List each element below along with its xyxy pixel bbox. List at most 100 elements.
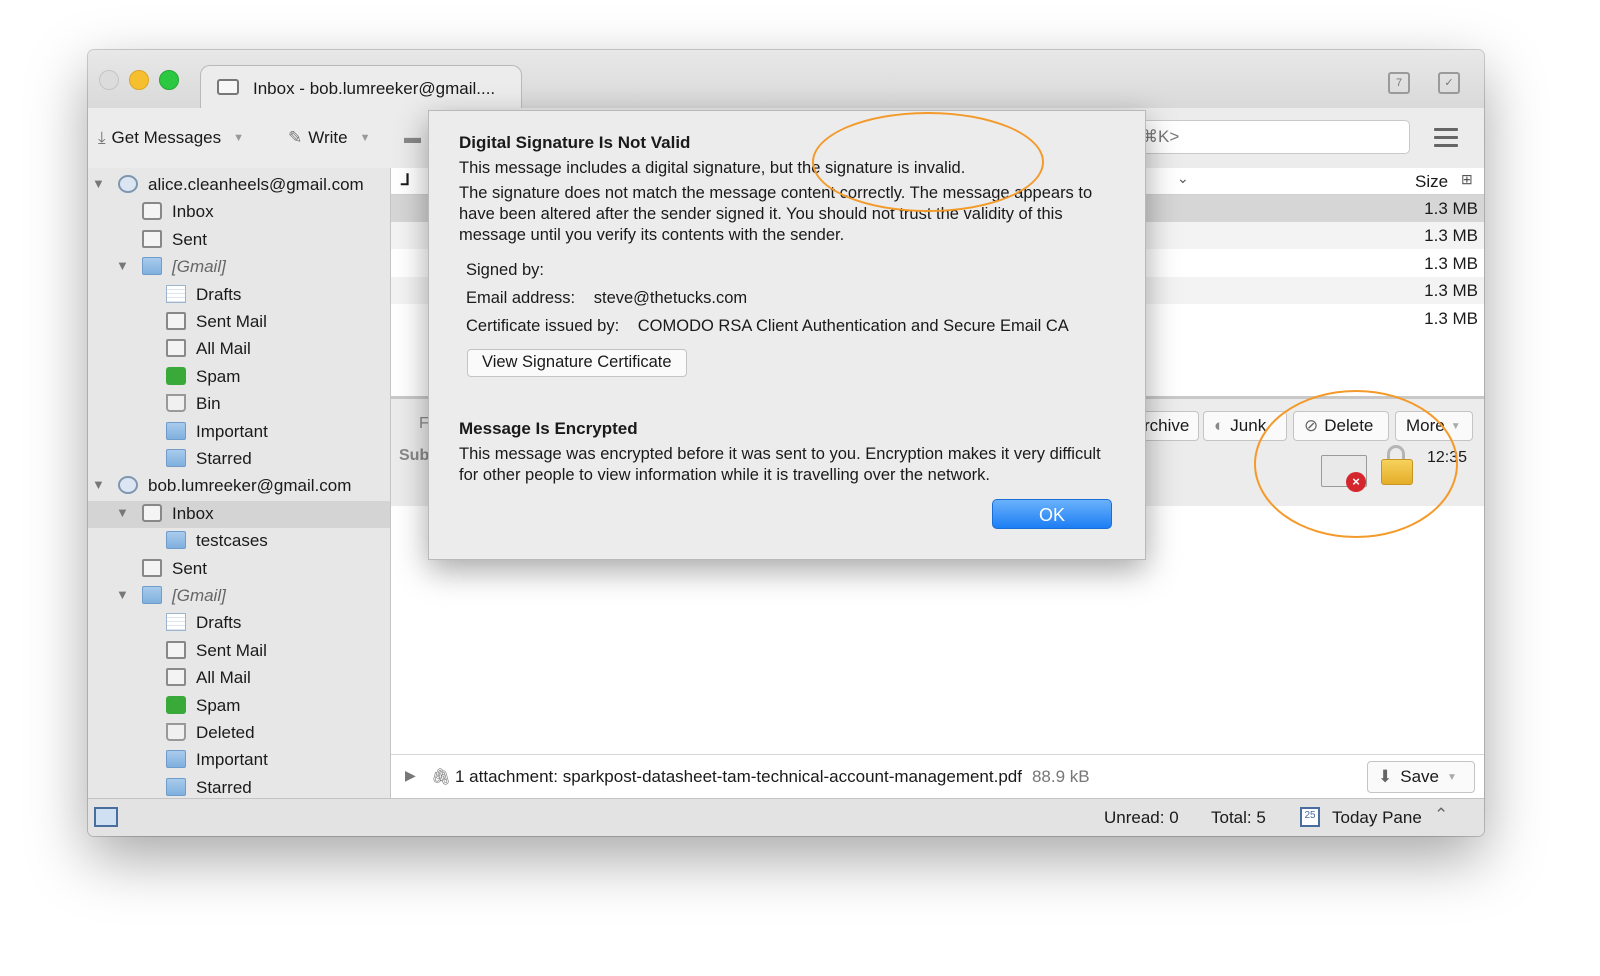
twisty-icon[interactable]: ▼ bbox=[116, 587, 129, 602]
size-column-header[interactable]: Size bbox=[1415, 172, 1448, 192]
tab-inbox[interactable]: Inbox - bob.lumreeker@gmail.... bbox=[200, 65, 522, 110]
folder-item[interactable]: Spam bbox=[88, 693, 390, 720]
folder-item[interactable]: ▼ alice.cleanheels@gmail.com bbox=[88, 172, 390, 199]
chevron-up-icon[interactable]: ⌃ bbox=[1434, 805, 1448, 825]
folder-item[interactable]: testcases bbox=[88, 528, 390, 555]
hamburger-menu-icon[interactable] bbox=[1434, 128, 1458, 147]
folder-item[interactable]: Sent bbox=[88, 227, 390, 254]
flame-icon: ◐ bbox=[1214, 416, 1225, 435]
folder-item[interactable]: Deleted bbox=[88, 720, 390, 747]
folder-item[interactable]: Sent bbox=[88, 556, 390, 583]
tasks-tab-icon[interactable]: ✓ bbox=[1438, 72, 1460, 94]
chevron-down-icon[interactable]: ▼ bbox=[233, 132, 244, 144]
folder-label: bob.lumreeker@gmail.com bbox=[148, 476, 352, 496]
network-status-icon[interactable] bbox=[94, 807, 118, 827]
encryption-explanation: This message was encrypted before it was… bbox=[459, 445, 1101, 484]
folder-label: Sent Mail bbox=[196, 312, 267, 331]
minimize-window-button[interactable] bbox=[129, 70, 149, 90]
inbox-icon bbox=[142, 202, 162, 221]
pencil-icon: ✎ bbox=[288, 128, 303, 147]
chevron-down-icon[interactable]: ▼ bbox=[360, 132, 371, 144]
drafts-icon bbox=[166, 613, 186, 632]
encrypted-lock-icon[interactable] bbox=[1381, 459, 1413, 485]
folder-item[interactable]: ▼ bob.lumreeker@gmail.com bbox=[88, 473, 390, 500]
folder-item[interactable]: All Mail bbox=[88, 665, 390, 692]
folder-label: Sent bbox=[172, 229, 207, 249]
folder-item[interactable]: ▼ [Gmail] bbox=[88, 583, 390, 610]
sent-icon bbox=[166, 312, 186, 330]
subject-label: Sub bbox=[399, 447, 430, 464]
folder-item[interactable]: ▼ Inbox bbox=[88, 500, 390, 528]
email-label: Email address: bbox=[466, 289, 576, 307]
calendar-icon[interactable]: 25 bbox=[1300, 807, 1320, 827]
expand-triangle-icon[interactable]: ▶ bbox=[405, 767, 416, 784]
folder-item[interactable]: Drafts bbox=[88, 282, 390, 309]
maximize-window-button[interactable] bbox=[159, 70, 179, 90]
folder-item[interactable]: Sent Mail bbox=[88, 309, 390, 336]
column-picker-icon[interactable]: ⊞ bbox=[1461, 171, 1473, 188]
junk-button[interactable]: ◐ Junk bbox=[1203, 411, 1287, 441]
account-icon bbox=[118, 175, 138, 193]
save-label: Save bbox=[1400, 767, 1439, 786]
folder-icon bbox=[142, 257, 162, 276]
ok-button[interactable]: OK bbox=[992, 499, 1112, 529]
twisty-icon[interactable]: ▼ bbox=[92, 176, 105, 191]
chevron-down-icon[interactable]: ▼ bbox=[1447, 772, 1457, 783]
chevron-down-icon[interactable]: ⌄ bbox=[1177, 170, 1189, 187]
folder-label: Spam bbox=[196, 366, 241, 386]
bin-icon bbox=[166, 723, 186, 741]
twisty-icon[interactable]: ▼ bbox=[92, 477, 105, 492]
folder-label: Important bbox=[196, 421, 268, 441]
total-count: Total: 5 bbox=[1211, 808, 1266, 827]
close-window-button[interactable] bbox=[99, 70, 119, 90]
folder-item[interactable]: Inbox bbox=[88, 199, 390, 226]
get-messages-label: Get Messages bbox=[111, 128, 222, 147]
get-messages-button[interactable]: ⤓ Get Messages ▼ bbox=[98, 128, 244, 148]
title-bar: Inbox - bob.lumreeker@gmail.... 7 ✓ bbox=[88, 50, 1484, 110]
folder-label: Starred bbox=[196, 777, 252, 797]
junk-label: Junk bbox=[1230, 416, 1267, 435]
delete-button[interactable]: ⊘ Delete bbox=[1293, 411, 1389, 441]
folder-item[interactable]: Bin bbox=[88, 391, 390, 418]
inbox-icon bbox=[142, 503, 162, 522]
save-attachment-button[interactable]: ⬇ Save ▼ bbox=[1367, 761, 1475, 793]
paperclip-icon: 🖇 bbox=[431, 769, 452, 786]
folder-icon bbox=[166, 777, 186, 796]
folder-item[interactable]: Sent Mail bbox=[88, 638, 390, 665]
folder-item[interactable]: Starred bbox=[88, 446, 390, 473]
twisty-icon[interactable]: ▼ bbox=[116, 505, 129, 520]
all-mail-icon bbox=[166, 668, 186, 687]
attachment-summary[interactable]: 1 attachment: sparkpost-datasheet-tam-te… bbox=[455, 767, 1090, 787]
folder-icon bbox=[142, 586, 162, 604]
delete-label: Delete bbox=[1324, 416, 1374, 435]
folder-icon bbox=[166, 750, 186, 769]
folder-item[interactable]: All Mail bbox=[88, 336, 390, 363]
calendar-tab-icon[interactable]: 7 bbox=[1388, 72, 1410, 94]
thread-column-icon[interactable]: ⅃ bbox=[401, 170, 410, 190]
folder-icon bbox=[166, 421, 186, 440]
folder-label: Bin bbox=[196, 394, 221, 414]
inbox-icon bbox=[217, 79, 239, 95]
chat-icon[interactable]: ▬ bbox=[404, 128, 421, 148]
folder-label: Spam bbox=[196, 695, 241, 715]
folder-label: alice.cleanheels@gmail.com bbox=[148, 175, 364, 194]
attachment-size: 88.9 kB bbox=[1031, 767, 1090, 786]
attachment-bar: ▶ 🖇 1 attachment: sparkpost-datasheet-ta… bbox=[391, 754, 1484, 799]
folder-item[interactable]: Starred bbox=[88, 775, 390, 798]
prohibited-icon: ⊘ bbox=[1304, 416, 1319, 435]
folder-item[interactable]: Important bbox=[88, 747, 390, 774]
more-button[interactable]: More ▼ bbox=[1395, 411, 1473, 441]
bin-icon bbox=[166, 394, 186, 413]
search-input[interactable]: ⌘K> bbox=[1128, 120, 1410, 154]
today-pane-toggle[interactable]: Today Pane bbox=[1332, 808, 1422, 828]
twisty-icon[interactable]: ▼ bbox=[116, 258, 129, 273]
invalid-signature-icon[interactable]: × bbox=[1346, 472, 1366, 492]
folder-item[interactable]: Important bbox=[88, 419, 390, 446]
folder-item[interactable]: Spam bbox=[88, 364, 390, 391]
folder-item[interactable]: ▼ [Gmail] bbox=[88, 254, 390, 281]
write-button[interactable]: ✎ Write ▼ bbox=[288, 128, 371, 148]
folder-label: Important bbox=[196, 750, 268, 770]
folder-item[interactable]: Drafts bbox=[88, 610, 390, 637]
view-signature-certificate-button[interactable]: View Signature Certificate bbox=[467, 349, 687, 377]
folder-label: Starred bbox=[196, 449, 252, 468]
